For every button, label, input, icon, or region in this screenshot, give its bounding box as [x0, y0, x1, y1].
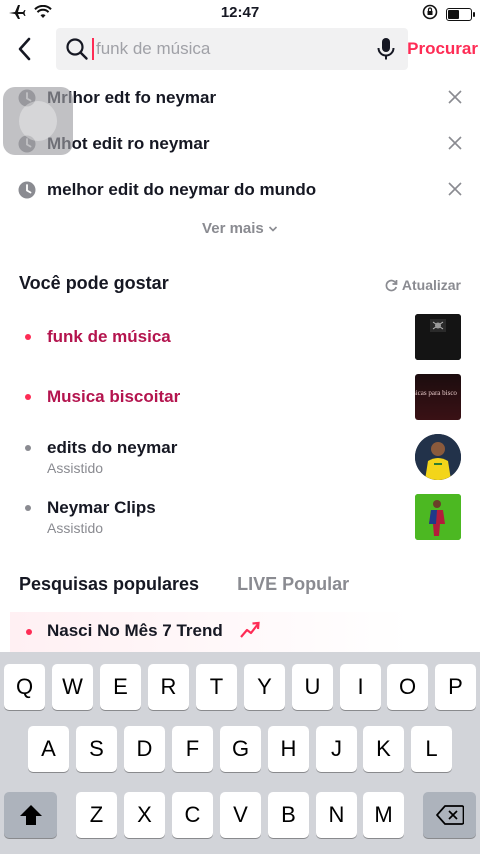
close-icon[interactable] — [448, 90, 462, 109]
suggestion-label: Neymar Clips — [47, 498, 156, 517]
backspace-key[interactable] — [423, 792, 476, 838]
key[interactable]: O — [387, 664, 428, 710]
key[interactable]: G — [220, 726, 261, 772]
suggestion-thumbnail — [415, 314, 461, 360]
suggestion-item[interactable]: Musica biscoitar sicas para bisco — [0, 372, 480, 422]
suggestion-label: edits do neymar — [47, 438, 178, 457]
microphone-icon[interactable] — [376, 37, 396, 66]
history-item[interactable]: melhor edit do neymar do mundo — [0, 167, 480, 213]
search-input[interactable] — [96, 28, 366, 70]
clock-icon — [18, 181, 36, 204]
key[interactable]: Y — [244, 664, 285, 710]
suggestion-thumbnail — [415, 494, 461, 540]
suggestion-item[interactable]: Neymar Clips Assistido — [0, 492, 480, 542]
see-more-button[interactable]: Ver mais — [0, 220, 480, 237]
key[interactable]: E — [100, 664, 141, 710]
suggestions-title: Você pode gostar — [19, 273, 169, 293]
status-time: 12:47 — [220, 4, 260, 21]
trending-up-icon — [239, 620, 261, 645]
trending-dot — [26, 629, 32, 635]
see-more-label: Ver mais — [202, 220, 264, 237]
suggestion-label: Musica biscoitar — [47, 387, 181, 406]
key[interactable]: K — [363, 726, 404, 772]
key[interactable]: H — [268, 726, 309, 772]
key[interactable]: P — [435, 664, 476, 710]
close-icon[interactable] — [448, 182, 462, 201]
text-caret — [92, 38, 94, 60]
trending-dot — [25, 334, 31, 340]
assistive-touch-button[interactable] — [3, 87, 73, 155]
history-item-text: melhor edit do neymar do mundo — [47, 180, 317, 199]
list-dot — [25, 505, 31, 511]
battery-icon — [446, 8, 475, 21]
key[interactable]: W — [52, 664, 93, 710]
key[interactable]: Z — [76, 792, 117, 838]
popular-item[interactable]: Nasci No Mês 7 Trend — [10, 612, 410, 652]
key[interactable]: A — [28, 726, 69, 772]
search-icon — [65, 37, 89, 66]
keyboard: Q W E R T Y U I O P A S D F G H J K L Z … — [0, 652, 480, 854]
trending-dot — [25, 394, 31, 400]
key[interactable]: T — [196, 664, 237, 710]
backspace-icon — [435, 805, 464, 825]
shift-arrow-icon — [19, 805, 42, 825]
key[interactable]: C — [172, 792, 213, 838]
key[interactable]: N — [316, 792, 357, 838]
back-button[interactable] — [14, 36, 38, 62]
suggestion-watched-label: Assistido — [47, 460, 104, 476]
thumbnail-caption: sicas para bisco — [415, 389, 457, 397]
suggestion-label: funk de música — [47, 327, 171, 346]
key[interactable]: F — [172, 726, 213, 772]
refresh-label: Atualizar — [401, 277, 461, 293]
popular-tabs: Pesquisas populares LIVE Popular — [19, 574, 349, 595]
popular-item-label: Nasci No Mês 7 Trend — [47, 621, 223, 640]
refresh-icon — [385, 279, 398, 291]
key[interactable]: U — [292, 664, 333, 710]
key[interactable]: J — [316, 726, 357, 772]
key[interactable]: M — [363, 792, 404, 838]
key[interactable]: I — [340, 664, 381, 710]
key[interactable]: X — [124, 792, 165, 838]
search-header: Procurar — [0, 28, 480, 70]
key[interactable]: Q — [4, 664, 45, 710]
key[interactable]: D — [124, 726, 165, 772]
search-submit-button[interactable]: Procurar — [407, 39, 478, 59]
search-bar[interactable] — [56, 28, 408, 70]
rotation-lock-icon — [422, 4, 438, 25]
shift-key[interactable] — [4, 792, 57, 838]
status-bar: 12:47 — [0, 0, 480, 26]
refresh-button[interactable]: Atualizar — [385, 277, 461, 293]
key[interactable]: S — [76, 726, 117, 772]
close-icon[interactable] — [448, 136, 462, 155]
key[interactable]: R — [148, 664, 189, 710]
chevron-down-icon — [268, 226, 278, 232]
tab-popular-searches[interactable]: Pesquisas populares — [19, 574, 199, 595]
avatar — [415, 434, 461, 480]
key[interactable]: B — [268, 792, 309, 838]
back-arrow-icon — [18, 37, 31, 61]
suggestion-thumbnail: sicas para bisco — [415, 374, 461, 420]
suggestion-item[interactable]: edits do neymar Assistido — [0, 432, 480, 482]
suggestion-item[interactable]: funk de música — [0, 312, 480, 362]
key[interactable]: L — [411, 726, 452, 772]
suggestion-watched-label: Assistido — [47, 520, 104, 536]
tab-live-popular[interactable]: LIVE Popular — [237, 574, 349, 595]
list-dot — [25, 445, 31, 451]
key[interactable]: V — [220, 792, 261, 838]
